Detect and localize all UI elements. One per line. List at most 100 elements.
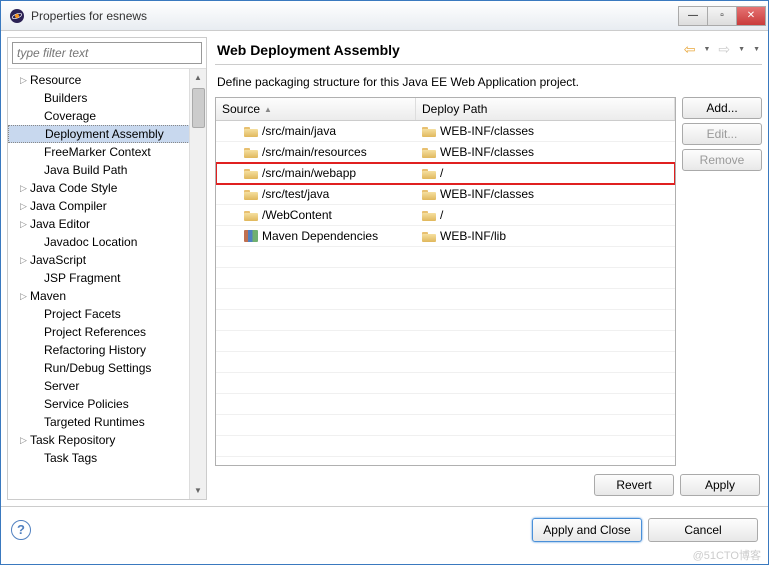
folder-icon: [244, 168, 258, 179]
expand-arrow-icon[interactable]: ▷: [20, 255, 30, 266]
folder-icon: [244, 126, 258, 137]
tree-item[interactable]: ▷Task Repository: [8, 431, 206, 449]
titlebar: Properties for esnews — ▫ ✕: [1, 1, 768, 31]
add-button[interactable]: Add...: [682, 97, 762, 119]
close-button[interactable]: ✕: [736, 6, 766, 26]
tree-item-label: Javadoc Location: [44, 235, 137, 249]
tree-item[interactable]: ▷Java Code Style: [8, 179, 206, 197]
tree-item[interactable]: ▷Resource: [8, 71, 206, 89]
nav-forward-icon: ⇨: [718, 41, 730, 58]
tree-scrollbar[interactable]: ▲ ▼: [189, 69, 206, 499]
column-header-deploy[interactable]: Deploy Path: [416, 98, 675, 120]
help-icon[interactable]: ?: [11, 520, 31, 540]
nav-forward-dropdown[interactable]: ▼: [738, 46, 745, 53]
source-path: /src/test/java: [262, 187, 329, 201]
tree-item[interactable]: ▷Maven: [8, 287, 206, 305]
source-path: /src/main/webapp: [262, 166, 356, 180]
table-row-empty: [216, 310, 675, 331]
expand-arrow-icon[interactable]: ▷: [20, 435, 30, 446]
revert-button[interactable]: Revert: [594, 474, 674, 496]
tree-item-label: Java Compiler: [30, 199, 107, 213]
tree-item[interactable]: Project Facets: [8, 305, 206, 323]
nav-back-icon[interactable]: ⇦: [684, 41, 696, 58]
tree-item-label: Task Repository: [30, 433, 115, 447]
tree-item[interactable]: FreeMarker Context: [8, 143, 206, 161]
source-path: Maven Dependencies: [262, 229, 378, 243]
apply-and-close-button[interactable]: Apply and Close: [532, 518, 642, 542]
folder-icon: [244, 210, 258, 221]
expand-arrow-icon[interactable]: ▷: [20, 201, 30, 212]
tree-item[interactable]: Coverage: [8, 107, 206, 125]
cancel-button[interactable]: Cancel: [648, 518, 758, 542]
minimize-button[interactable]: —: [678, 6, 708, 26]
table-row[interactable]: Maven Dependencies WEB-INF/lib: [216, 226, 675, 247]
tree-item-label: Deployment Assembly: [45, 127, 164, 141]
sort-indicator-icon: ▲: [264, 105, 272, 114]
table-row-empty: [216, 436, 675, 457]
expand-arrow-icon[interactable]: ▷: [20, 183, 30, 194]
tree-item[interactable]: Deployment Assembly: [8, 125, 206, 143]
expand-arrow-icon[interactable]: ▷: [20, 291, 30, 302]
nav-menu-dropdown[interactable]: ▼: [753, 46, 760, 53]
category-tree-panel: ▷ResourceBuildersCoverageDeployment Asse…: [7, 37, 207, 500]
folder-icon: [422, 147, 436, 158]
category-tree[interactable]: ▷ResourceBuildersCoverageDeployment Asse…: [8, 69, 206, 499]
table-row[interactable]: /src/main/javaWEB-INF/classes: [216, 121, 675, 142]
tree-item-label: Coverage: [44, 109, 96, 123]
folder-icon: [422, 231, 436, 242]
tree-item-label: Run/Debug Settings: [44, 361, 151, 375]
table-row-empty: [216, 268, 675, 289]
tree-item[interactable]: ▷Java Editor: [8, 215, 206, 233]
table-row-empty: [216, 373, 675, 394]
column-header-source[interactable]: Source ▲: [216, 98, 416, 120]
deploy-path: WEB-INF/classes: [440, 187, 534, 201]
source-path: /src/main/resources: [262, 145, 367, 159]
tree-item-label: Resource: [30, 73, 81, 87]
folder-icon: [244, 189, 258, 200]
table-row-empty: [216, 289, 675, 310]
deploy-path: WEB-INF/lib: [440, 229, 506, 243]
tree-item-label: FreeMarker Context: [44, 145, 151, 159]
scroll-down-button[interactable]: ▼: [190, 482, 206, 499]
page-description: Define packaging structure for this Java…: [215, 65, 762, 97]
tree-item[interactable]: Javadoc Location: [8, 233, 206, 251]
source-path: /WebContent: [262, 208, 332, 222]
tree-item[interactable]: Project References: [8, 323, 206, 341]
table-row[interactable]: /src/main/webapp/: [216, 163, 675, 184]
tree-item-label: Builders: [44, 91, 87, 105]
maximize-button[interactable]: ▫: [707, 6, 737, 26]
tree-item[interactable]: JSP Fragment: [8, 269, 206, 287]
table-row[interactable]: /src/test/java WEB-INF/classes: [216, 184, 675, 205]
tree-item-label: Task Tags: [44, 451, 97, 465]
edit-button[interactable]: Edit...: [682, 123, 762, 145]
tree-item-label: Java Editor: [30, 217, 90, 231]
tree-item[interactable]: Run/Debug Settings: [8, 359, 206, 377]
tree-item[interactable]: Service Policies: [8, 395, 206, 413]
tree-item[interactable]: Refactoring History: [8, 341, 206, 359]
tree-item[interactable]: Java Build Path: [8, 161, 206, 179]
tree-item[interactable]: ▷Java Compiler: [8, 197, 206, 215]
filter-input[interactable]: [12, 42, 202, 64]
apply-button[interactable]: Apply: [680, 474, 760, 496]
scroll-thumb[interactable]: [192, 88, 205, 128]
table-row[interactable]: /WebContent /: [216, 205, 675, 226]
nav-back-dropdown[interactable]: ▼: [703, 46, 710, 53]
expand-arrow-icon[interactable]: ▷: [20, 75, 30, 86]
folder-icon: [422, 189, 436, 200]
scroll-up-button[interactable]: ▲: [190, 69, 206, 86]
tree-item-label: Refactoring History: [44, 343, 146, 357]
tree-item[interactable]: Targeted Runtimes: [8, 413, 206, 431]
table-row-empty: [216, 352, 675, 373]
tree-item[interactable]: Builders: [8, 89, 206, 107]
source-path: /src/main/java: [262, 124, 336, 138]
library-icon: [244, 230, 258, 242]
deploy-path: /: [440, 208, 443, 222]
expand-arrow-icon[interactable]: ▷: [20, 219, 30, 230]
table-row[interactable]: /src/main/resourcesWEB-INF/classes: [216, 142, 675, 163]
remove-button[interactable]: Remove: [682, 149, 762, 171]
tree-item-label: Java Build Path: [44, 163, 127, 177]
folder-icon: [422, 168, 436, 179]
tree-item[interactable]: Server: [8, 377, 206, 395]
tree-item[interactable]: Task Tags: [8, 449, 206, 467]
tree-item[interactable]: ▷JavaScript: [8, 251, 206, 269]
